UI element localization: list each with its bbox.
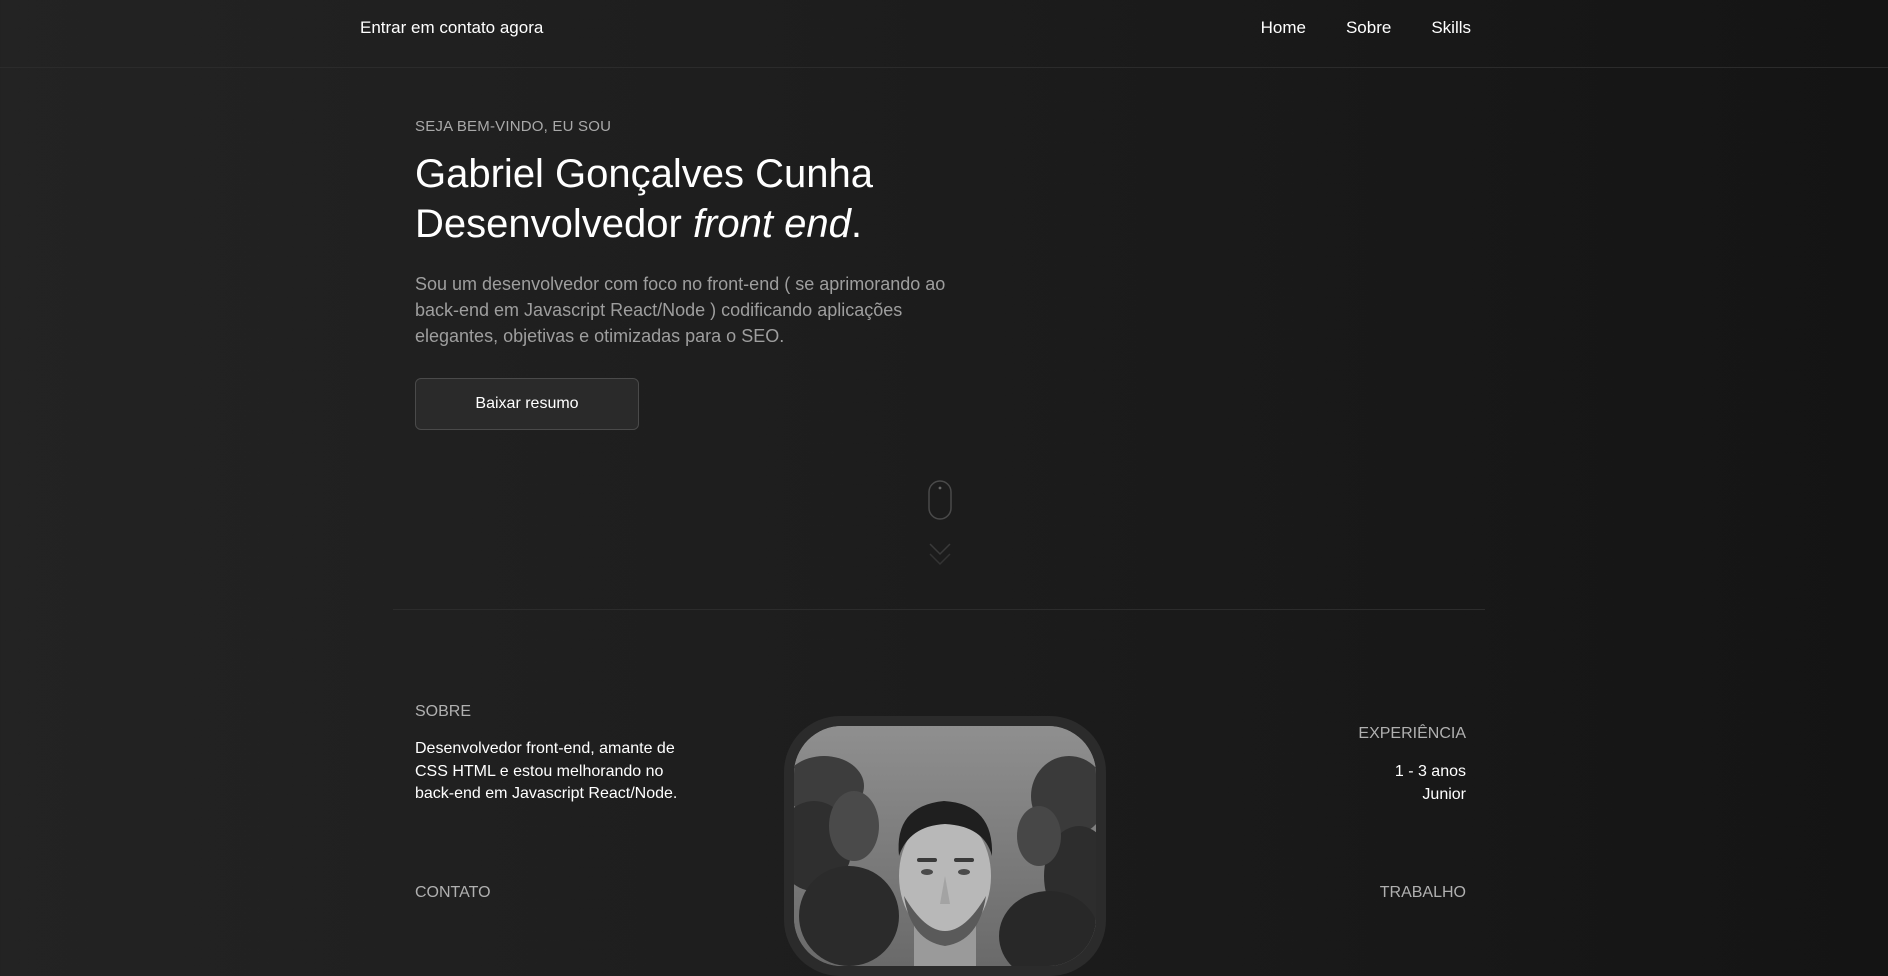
section-divider: [393, 609, 1485, 610]
about-label: SOBRE: [415, 703, 472, 720]
work-label: TRABALHO: [1379, 884, 1466, 901]
profile-photo: [794, 726, 1096, 966]
contact-label: CONTATO: [415, 884, 491, 901]
hero-role-suffix: .: [850, 202, 862, 246]
hero-role-prefix: Desenvolvedor: [415, 202, 693, 246]
experience-level: Junior: [1422, 786, 1466, 803]
chevrons-down-icon[interactable]: [928, 540, 952, 570]
hero-role: Desenvolvedor front end.: [415, 199, 1015, 249]
download-resume-button[interactable]: Baixar resumo: [415, 378, 639, 430]
hero-section: SEJA BEM-VINDO, EU SOU Gabriel Gonçalves…: [415, 118, 1015, 349]
main-nav: Home Sobre Skills: [1261, 18, 1471, 38]
hero-description: Sou um desenvolvedor com foco no front-e…: [415, 274, 946, 346]
nav-item-skills[interactable]: Skills: [1431, 18, 1471, 38]
profile-photo-frame: [784, 716, 1106, 976]
hero-role-italic: front end: [692, 202, 851, 246]
about-text: Desenvolvedor front-end, amante de CSS H…: [415, 740, 678, 802]
top-navbar: Entrar em contato agora Home Sobre Skill…: [0, 0, 1888, 68]
contact-now-link[interactable]: Entrar em contato agora: [360, 18, 543, 38]
hero-eyebrow: SEJA BEM-VINDO, EU SOU: [415, 118, 612, 135]
hero-name: Gabriel Gonçalves Cunha: [415, 152, 874, 196]
experience-label: EXPERIÊNCIA: [1358, 725, 1466, 742]
profile-photo-illustration: [794, 726, 1096, 966]
nav-item-home[interactable]: Home: [1261, 18, 1306, 38]
nav-item-sobre[interactable]: Sobre: [1346, 18, 1391, 38]
experience-value: 1 - 3 anos Junior: [1395, 760, 1466, 806]
mouse-icon[interactable]: [928, 480, 952, 520]
experience-years: 1 - 3 anos: [1394, 763, 1466, 780]
